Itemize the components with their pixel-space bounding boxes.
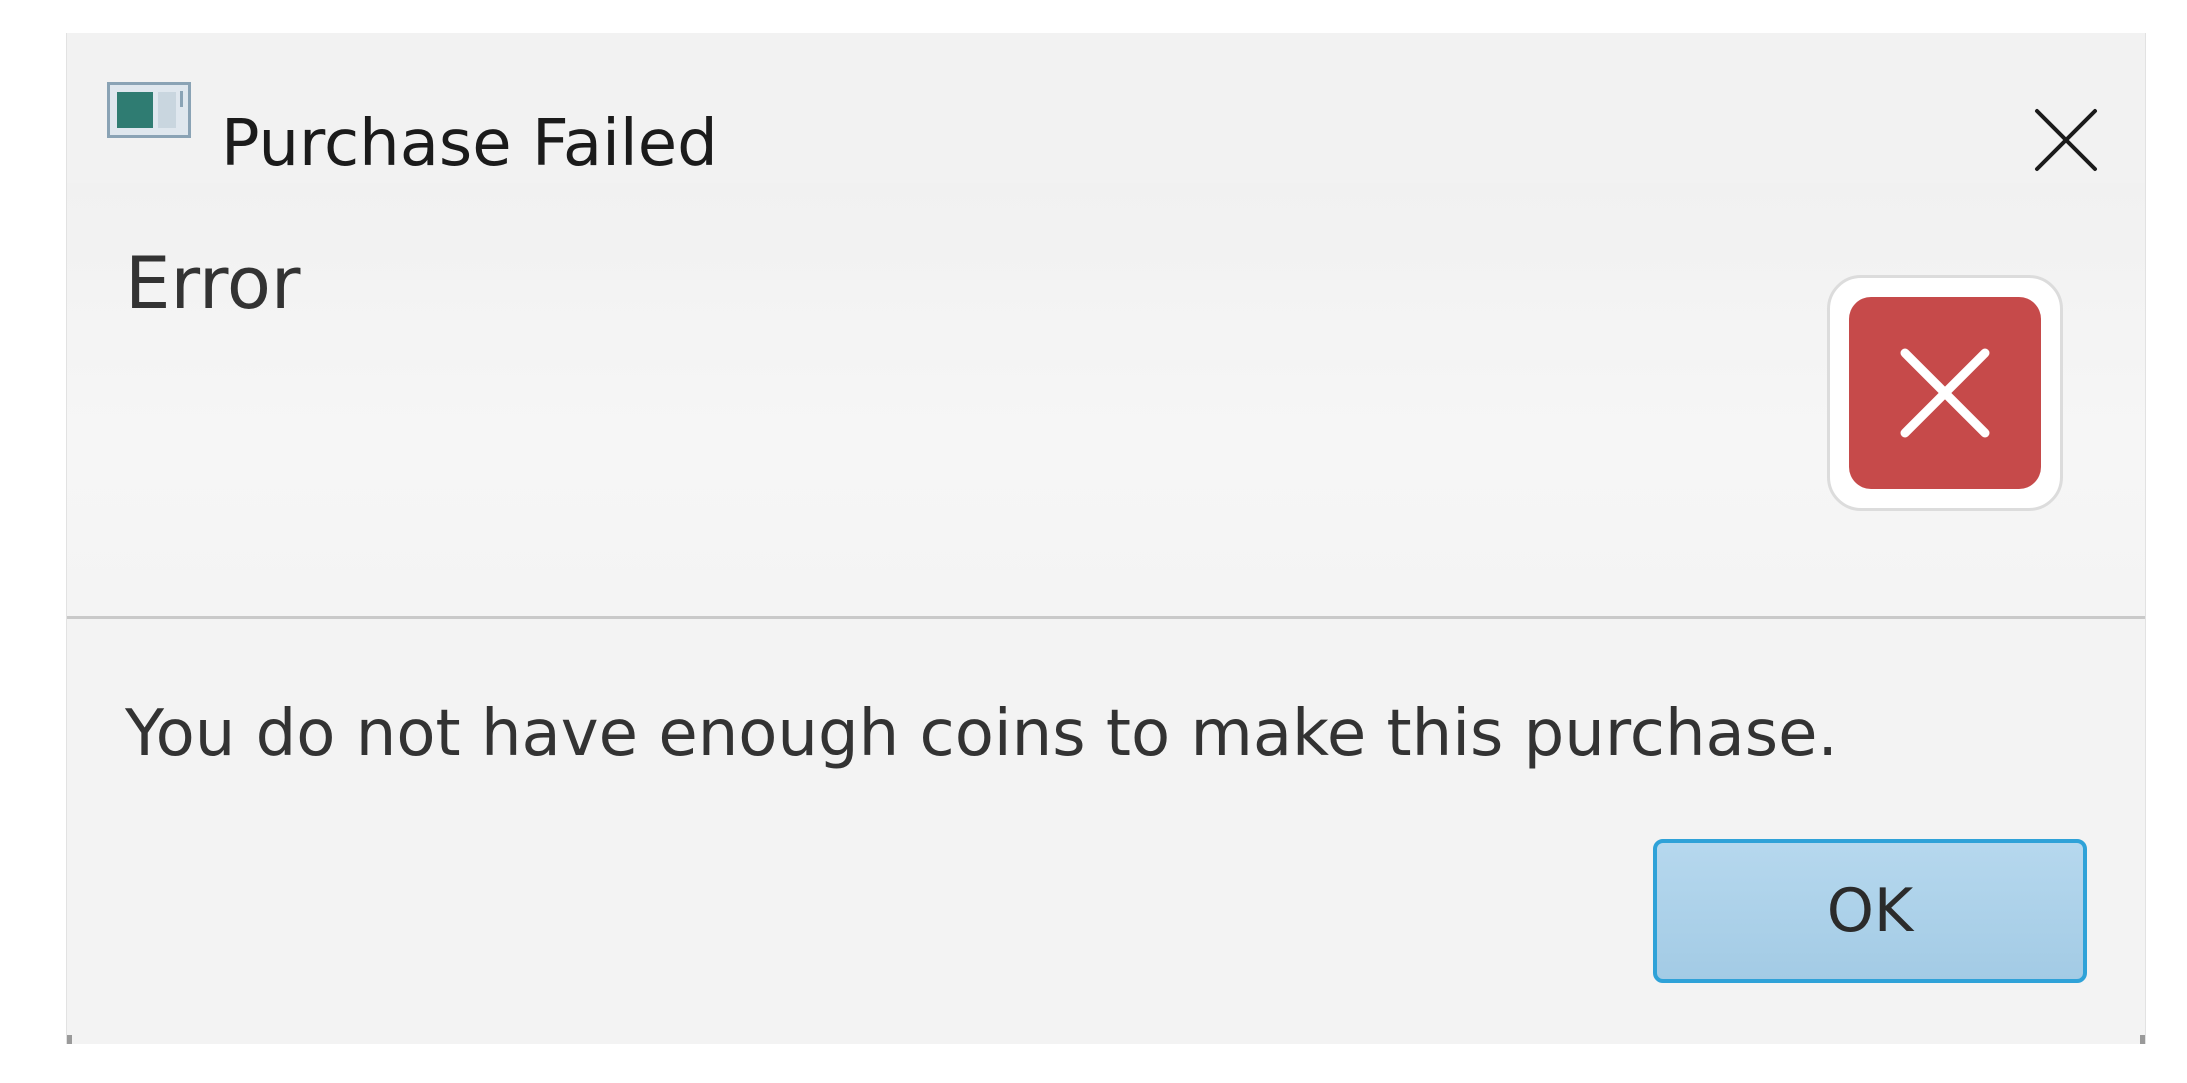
app-window-icon — [107, 82, 191, 138]
alert-dialog: Purchase Failed Error You do not have en… — [66, 33, 2146, 1044]
title-bar[interactable]: Purchase Failed — [67, 33, 2145, 183]
window-corner — [67, 1035, 72, 1044]
header-text: Error — [125, 241, 301, 325]
close-button[interactable] — [2031, 105, 2101, 175]
error-icon-frame — [1827, 275, 2063, 511]
ok-button[interactable]: OK — [1653, 839, 2087, 983]
error-icon — [1849, 297, 2041, 489]
close-icon — [2035, 109, 2097, 171]
dialog-message: You do not have enough coins to make thi… — [125, 697, 1838, 771]
window-corner — [2140, 1035, 2145, 1044]
window-title: Purchase Failed — [221, 107, 718, 181]
